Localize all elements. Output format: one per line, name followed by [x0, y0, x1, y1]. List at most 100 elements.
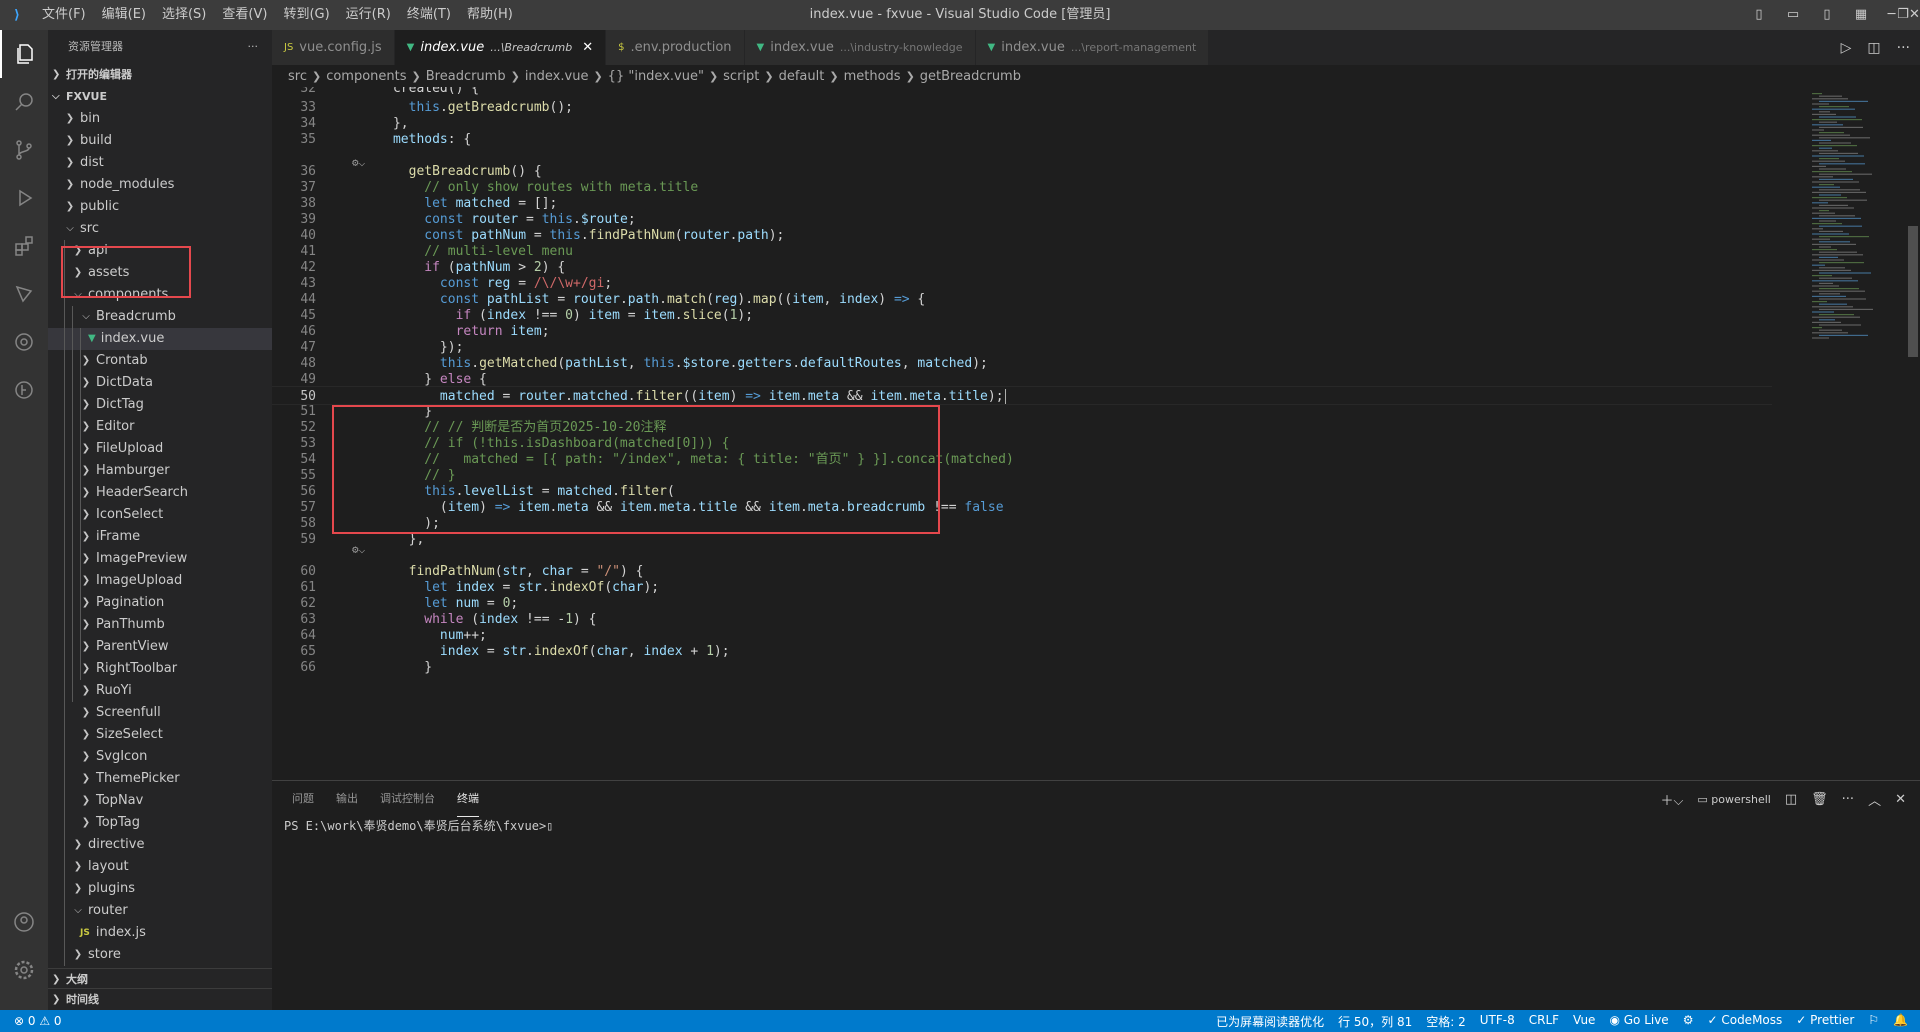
- codelens-icon[interactable]: ⚙⌵: [352, 542, 365, 558]
- tree-item[interactable]: ❯ FileUpload: [48, 438, 272, 460]
- tree-item[interactable]: ❯ DictTag: [48, 394, 272, 416]
- tree-item[interactable]: ❯ TopNav: [48, 790, 272, 812]
- tab-active[interactable]: ▼ index.vue ...\Breadcrumb ✕: [394, 30, 607, 65]
- screen-reader-mode[interactable]: 已为屏幕阅读器优化: [1216, 1013, 1324, 1030]
- menu-item[interactable]: 编辑(E): [94, 0, 154, 30]
- tree-item[interactable]: ❯ Crontab: [48, 350, 272, 372]
- menu-item[interactable]: 文件(F): [34, 0, 94, 30]
- tree-item[interactable]: ❯ build: [48, 130, 272, 152]
- problems-indicator[interactable]: ⊗ 0 ⚠ 0: [14, 1014, 62, 1028]
- extension-helper-icon[interactable]: [0, 270, 48, 318]
- close-panel-icon[interactable]: ✕: [1895, 792, 1906, 807]
- menu-item[interactable]: 查看(V): [214, 0, 275, 30]
- feedback-icon[interactable]: ⚐: [1868, 1013, 1879, 1030]
- tree-item[interactable]: ⌵ src: [48, 218, 272, 240]
- codemoss-button[interactable]: ✓ CodeMoss: [1707, 1013, 1782, 1030]
- tree-item[interactable]: ⌵ router: [48, 900, 272, 922]
- extension-status-icon[interactable]: ⚙: [1683, 1013, 1694, 1030]
- menu-item[interactable]: 运行(R): [338, 0, 399, 30]
- tree-item[interactable]: ❯ Pagination: [48, 592, 272, 614]
- tree-item[interactable]: ▼ index.vue: [48, 328, 272, 350]
- encoding[interactable]: UTF-8: [1480, 1013, 1515, 1030]
- run-debug-icon[interactable]: [0, 174, 48, 222]
- tree-item[interactable]: ❯ store: [48, 944, 272, 966]
- tree-item[interactable]: ❯ IconSelect: [48, 504, 272, 526]
- breadcrumb-item[interactable]: components: [326, 69, 406, 84]
- tree-item[interactable]: ❯ SizeSelect: [48, 724, 272, 746]
- tab[interactable]: JS vue.config.js: [272, 30, 395, 65]
- menu-item[interactable]: 转到(G): [275, 0, 337, 30]
- tree-item[interactable]: ❯ DictData: [48, 372, 272, 394]
- source-control-icon[interactable]: [0, 126, 48, 174]
- tree-item[interactable]: ❯ RuoYi: [48, 680, 272, 702]
- tree-item[interactable]: ❯ layout: [48, 856, 272, 878]
- tree-item[interactable]: ⌵ components: [48, 284, 272, 306]
- toggle-secondary-sidebar-icon[interactable]: ▯: [1810, 0, 1844, 30]
- breadcrumb-item[interactable]: getBreadcrumb: [920, 69, 1021, 84]
- tree-item[interactable]: ❯ iFrame: [48, 526, 272, 548]
- indentation[interactable]: 空格: 2: [1426, 1013, 1466, 1030]
- restore-icon[interactable]: ❐: [1897, 0, 1909, 30]
- tree-item[interactable]: ❯ api: [48, 240, 272, 262]
- tree-item[interactable]: ❯ HeaderSearch: [48, 482, 272, 504]
- minimize-icon[interactable]: ─: [1886, 0, 1897, 30]
- tree-item[interactable]: ⌵ Breadcrumb: [48, 306, 272, 328]
- new-terminal-icon[interactable]: ＋⌵: [1661, 790, 1684, 809]
- run-icon[interactable]: ▷: [1841, 40, 1852, 56]
- codelens-icon[interactable]: ⚙⌵: [352, 155, 365, 171]
- tree-item[interactable]: ❯ SvgIcon: [48, 746, 272, 768]
- maximize-panel-icon[interactable]: ︿: [1868, 790, 1881, 809]
- project-section[interactable]: ⌵ FXVUE: [48, 86, 272, 108]
- tree-item[interactable]: ❯ ImagePreview: [48, 548, 272, 570]
- cursor-position[interactable]: 行 50，列 81: [1338, 1013, 1412, 1030]
- timeline-section[interactable]: ❯ 时间线: [48, 988, 272, 1010]
- breadcrumb-item[interactable]: methods: [844, 69, 901, 84]
- tree-item[interactable]: ❯ plugins: [48, 878, 272, 900]
- breadcrumb-item[interactable]: {} "index.vue": [608, 69, 704, 84]
- close-window-icon[interactable]: ✕: [1909, 0, 1920, 30]
- minimap[interactable]: [1806, 87, 1906, 780]
- tree-item[interactable]: ❯ directive: [48, 834, 272, 856]
- tree-item[interactable]: ❯ dist: [48, 152, 272, 174]
- menu-item[interactable]: 选择(S): [154, 0, 214, 30]
- terminal[interactable]: PS E:\work\奉贤demo\奉贤后台系统\fxvue>▯: [272, 817, 1920, 835]
- split-terminal-icon[interactable]: ◫: [1785, 792, 1797, 807]
- code-editor[interactable]: 32 created() { 33 this.getBreadcrumb(); 3…: [272, 87, 1920, 780]
- tree-item[interactable]: ❯ assets: [48, 262, 272, 284]
- language-mode[interactable]: Vue: [1573, 1013, 1595, 1030]
- customize-layout-icon[interactable]: ▦: [1844, 0, 1878, 30]
- extensions-icon[interactable]: [0, 222, 48, 270]
- editor-scrollbar[interactable]: [1906, 87, 1920, 780]
- breadcrumb-item[interactable]: script: [723, 69, 759, 84]
- tree-item[interactable]: ❯ PanThumb: [48, 614, 272, 636]
- kill-terminal-icon[interactable]: 🗑: [1811, 792, 1828, 807]
- panel-tab[interactable]: 终端: [457, 781, 479, 817]
- ai-assistant-icon[interactable]: [0, 318, 48, 366]
- tree-item[interactable]: ❯ node_modules: [48, 174, 272, 196]
- tree-item[interactable]: ❯ ParentView: [48, 636, 272, 658]
- terminal-shell-label[interactable]: ▭ powershell: [1697, 793, 1770, 806]
- outline-section[interactable]: ❯ 大纲: [48, 968, 272, 990]
- toggle-sidebar-icon[interactable]: ▯: [1742, 0, 1776, 30]
- menu-item[interactable]: 帮助(H): [459, 0, 521, 30]
- tree-item[interactable]: ❯ Screenfull: [48, 702, 272, 724]
- panel-tab[interactable]: 调试控制台: [380, 781, 435, 817]
- tree-item[interactable]: ❯ Hamburger: [48, 460, 272, 482]
- breadcrumb-item[interactable]: default: [779, 69, 825, 84]
- more-actions-icon[interactable]: ···: [1897, 40, 1910, 56]
- tab[interactable]: $ .env.production: [606, 30, 745, 65]
- go-live-button[interactable]: ◉ Go Live: [1609, 1013, 1668, 1030]
- split-editor-icon[interactable]: ◫: [1867, 40, 1880, 56]
- more-actions-icon[interactable]: ···: [1842, 792, 1854, 807]
- tab[interactable]: ▼ index.vue ...\industry-knowledge: [744, 30, 976, 65]
- tree-item[interactable]: ❯ public: [48, 196, 272, 218]
- settings-gear-icon[interactable]: [0, 946, 48, 994]
- breadcrumb-item[interactable]: index.vue: [525, 69, 589, 84]
- tree-item[interactable]: ❯ ThemePicker: [48, 768, 272, 790]
- tree-item[interactable]: ❯ Editor: [48, 416, 272, 438]
- tree-item[interactable]: JS index.js: [48, 922, 272, 944]
- panel-tab[interactable]: 输出: [336, 781, 358, 817]
- menu-item[interactable]: 终端(T): [399, 0, 459, 30]
- breadcrumb-item[interactable]: src: [288, 69, 307, 84]
- search-icon[interactable]: [0, 78, 48, 126]
